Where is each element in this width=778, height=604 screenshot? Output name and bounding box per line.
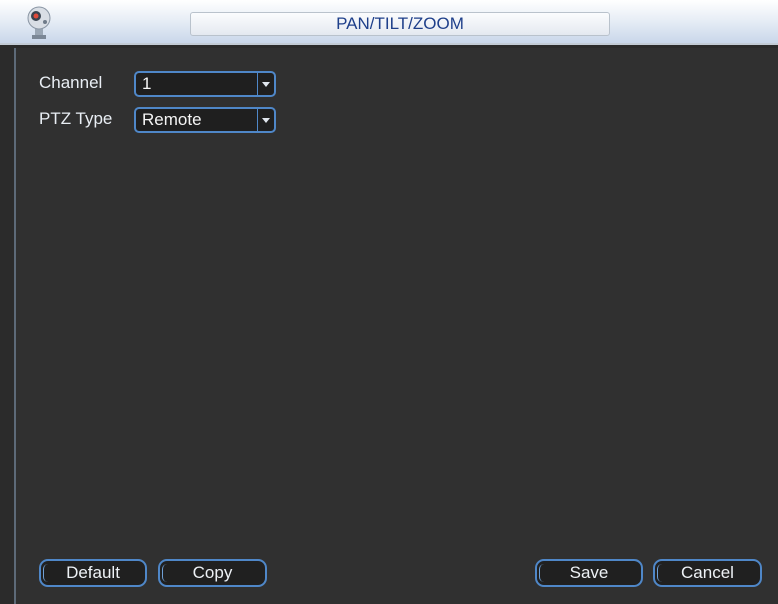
chevron-down-icon[interactable] [257, 73, 274, 95]
ptz-type-value: Remote [142, 110, 202, 129]
cancel-button[interactable]: Cancel [653, 559, 762, 587]
channel-label: Channel [39, 73, 103, 92]
channel-value: 1 [142, 74, 152, 93]
chevron-down-icon[interactable] [257, 109, 274, 131]
copy-button[interactable]: Copy [158, 559, 267, 587]
save-button[interactable]: Save [535, 559, 643, 587]
window-title-box: PAN/TILT/ZOOM [190, 12, 610, 36]
channel-select[interactable]: 1 [134, 71, 276, 97]
main-panel [14, 48, 778, 604]
title-bar: PAN/TILT/ZOOM [0, 0, 778, 45]
default-button[interactable]: Default [39, 559, 147, 587]
window-title: PAN/TILT/ZOOM [336, 14, 464, 33]
ptz-type-select[interactable]: Remote [134, 107, 276, 133]
camera-logo-icon [24, 4, 54, 40]
ptz-type-label: PTZ Type [39, 109, 113, 128]
